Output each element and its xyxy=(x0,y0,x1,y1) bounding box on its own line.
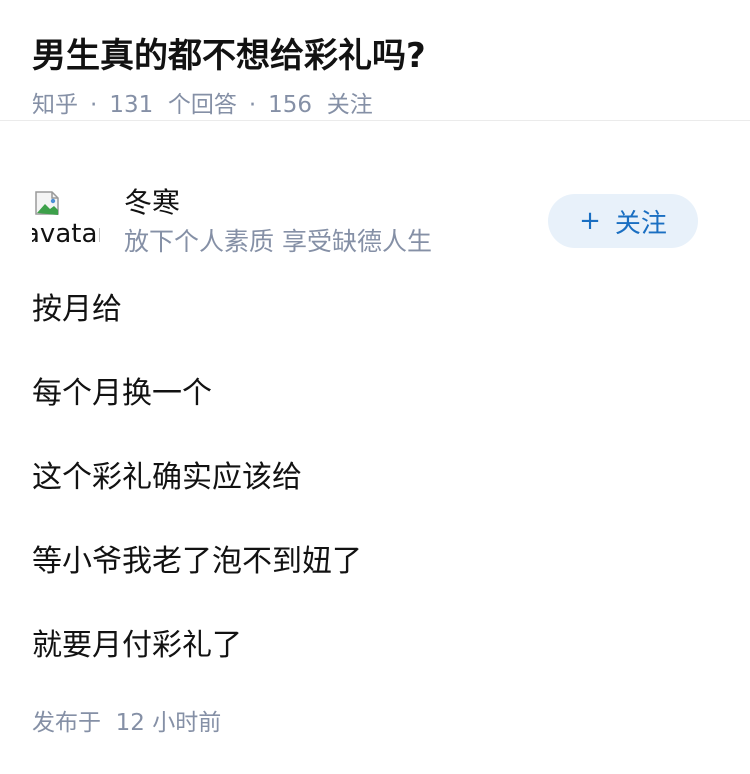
answer-count: 131 xyxy=(109,92,154,118)
publish-time[interactable]: 发布于 12 小时前 xyxy=(32,706,221,740)
source-label[interactable]: 知乎 xyxy=(32,92,78,118)
follow-button[interactable]: + 关注 xyxy=(548,194,698,248)
answer-line: 每个月换一个 xyxy=(32,376,212,411)
publish-time-value: 12 小时前 xyxy=(115,710,222,736)
answer-line: 这个彩礼确实应该给 xyxy=(32,460,302,495)
author-name[interactable]: 冬寒 xyxy=(124,184,180,222)
question-title[interactable]: 男生真的都不想给彩礼吗? xyxy=(32,30,718,82)
answer-line: 就要月付彩礼了 xyxy=(32,628,242,663)
follow-count: 156 xyxy=(268,92,313,118)
avatar-alt-text: avatar xyxy=(32,219,100,249)
broken-image-icon xyxy=(35,191,59,215)
question-meta: 知乎 · 131 个回答 · 156 关注 xyxy=(32,88,718,122)
author-bio: 放下个人素质 享受缺德人生 xyxy=(124,227,432,256)
meta-separator: · xyxy=(90,92,98,118)
plus-icon: + xyxy=(579,206,601,236)
meta-separator: · xyxy=(248,92,257,118)
question-header: 男生真的都不想给彩礼吗? 知乎 · 131 个回答 · 156 关注 xyxy=(0,0,750,121)
follow-button-label: 关注 xyxy=(614,208,667,239)
answer-line: 按月给 xyxy=(32,292,122,327)
answer-count-label: 个回答 xyxy=(167,92,237,118)
answer-line: 等小爷我老了泡不到妞了 xyxy=(32,544,362,579)
publish-label: 发布于 xyxy=(32,710,101,736)
answer-body: 按月给 每个月换一个 这个彩礼确实应该给 等小爷我老了泡不到妞了 就要月付彩礼了 xyxy=(32,286,718,706)
follow-count-label: 关注 xyxy=(326,92,373,118)
avatar[interactable]: avatar xyxy=(32,186,100,254)
